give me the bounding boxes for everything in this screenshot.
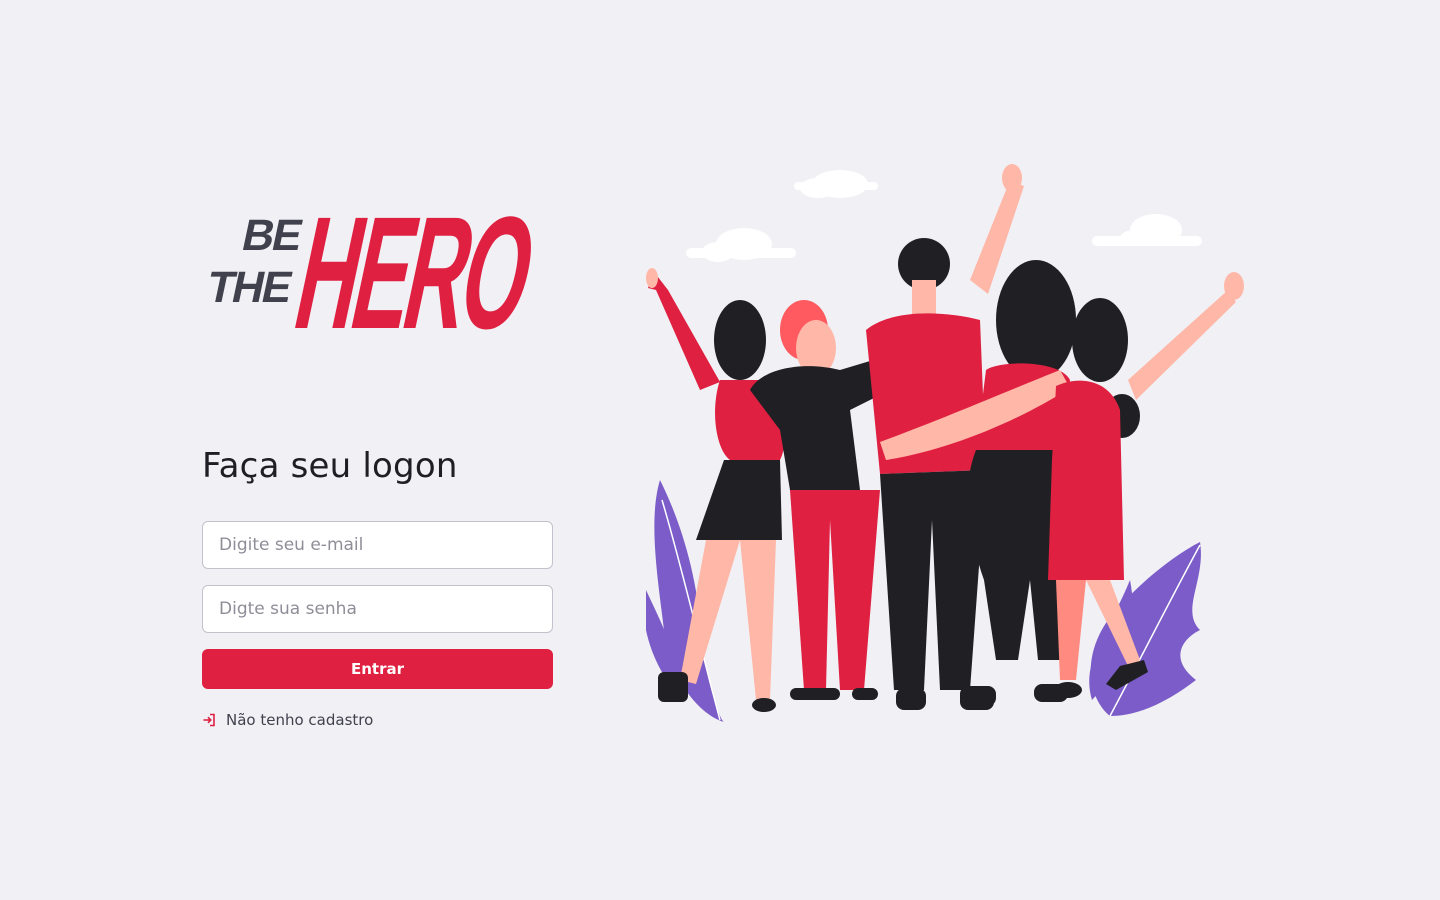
heroes-illustration xyxy=(640,160,1250,725)
register-link[interactable]: Não tenho cadastro xyxy=(202,711,553,729)
cloud-icon xyxy=(794,170,878,198)
log-in-icon xyxy=(202,713,216,727)
password-input[interactable] xyxy=(202,585,553,633)
page-title: Faça seu logon xyxy=(202,446,458,486)
logon-page: BE THE HERO Faça seu logon Entrar Não te… xyxy=(0,0,1440,900)
logo-hero: HERO xyxy=(282,185,547,334)
login-button[interactable]: Entrar xyxy=(202,649,553,689)
cloud-icon xyxy=(686,228,796,262)
logo-be: BE xyxy=(238,211,306,259)
logon-form: Faça seu logon Entrar Não tenho cadastro xyxy=(202,446,553,729)
be-the-hero-logo: BE THE HERO xyxy=(202,184,554,334)
email-input[interactable] xyxy=(202,521,553,569)
cloud-icon xyxy=(1092,214,1202,246)
register-link-label: Não tenho cadastro xyxy=(226,711,374,729)
logo-the: THE xyxy=(203,263,296,311)
